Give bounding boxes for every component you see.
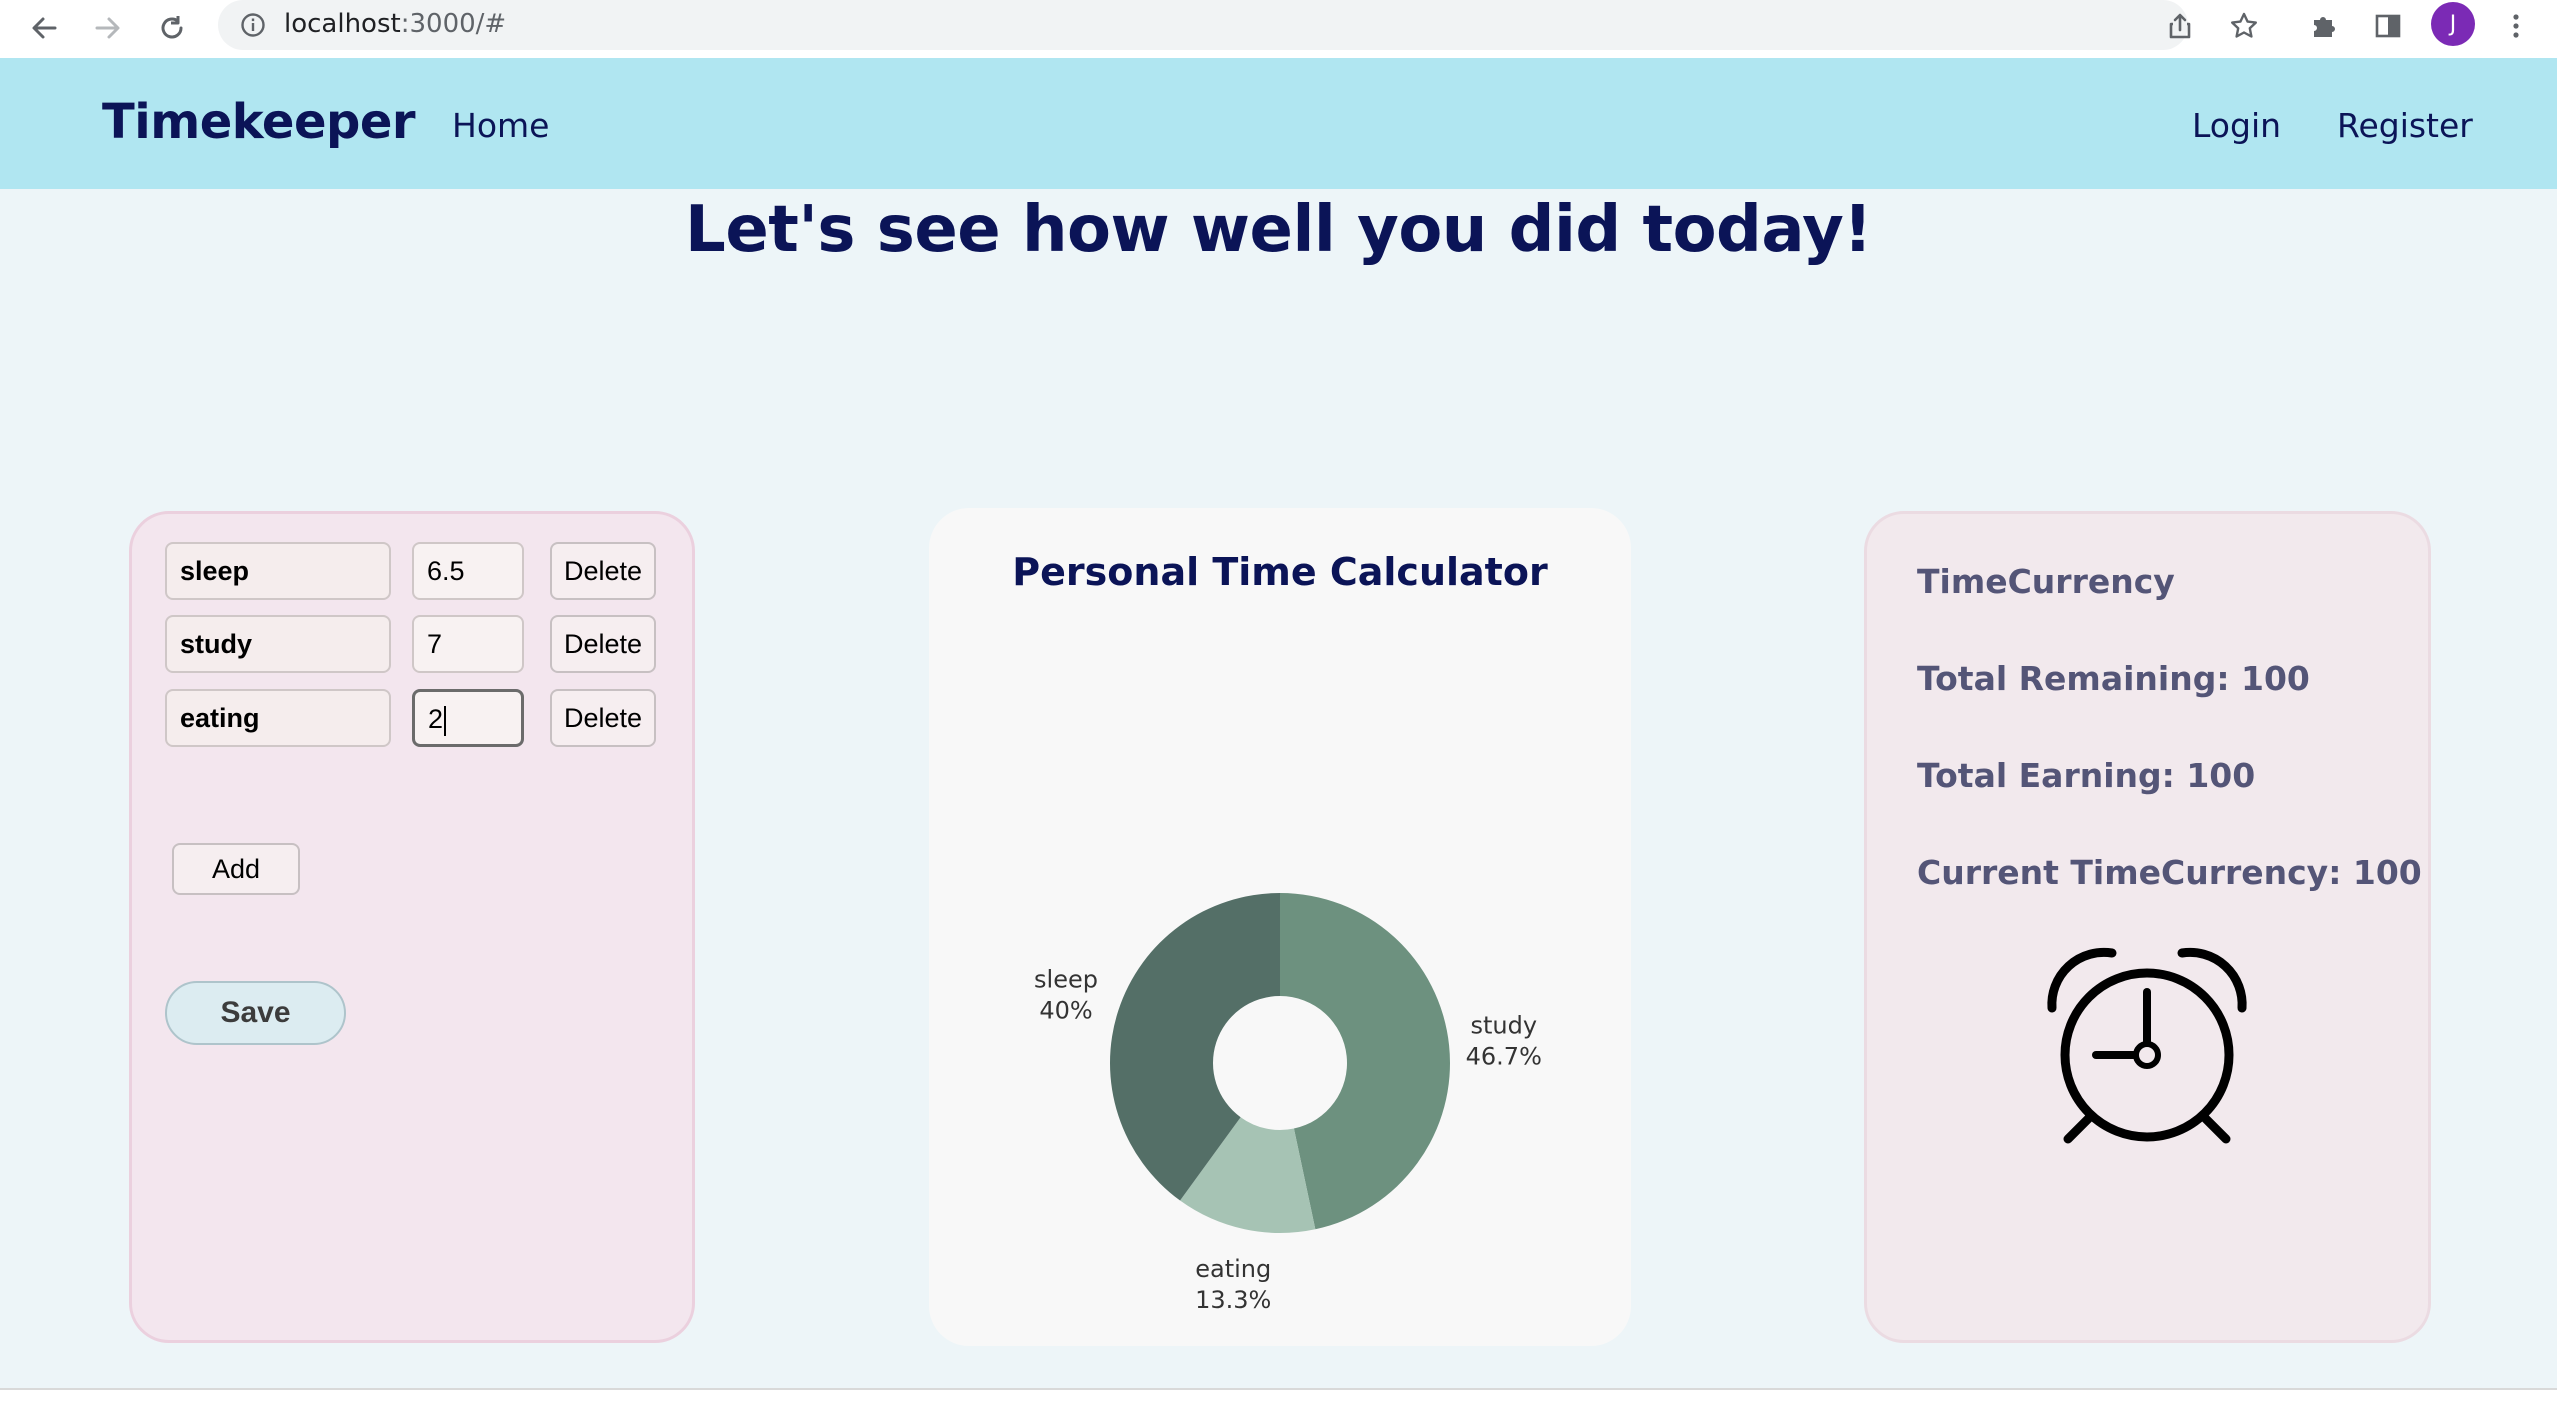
total-earning: Total Earning: 100 — [1917, 756, 2256, 795]
activity-name-input[interactable]: study — [165, 615, 391, 673]
kebab-menu-icon[interactable] — [2494, 4, 2538, 48]
activity-name-input[interactable]: sleep — [165, 542, 391, 600]
url-host: localhost — [284, 9, 401, 39]
activity-hours-input[interactable]: 7 — [412, 615, 524, 673]
pie-label-study: study — [1470, 1011, 1537, 1039]
activity-name-input[interactable]: eating — [165, 689, 391, 747]
profile-avatar[interactable]: J — [2431, 2, 2475, 46]
info-icon[interactable] — [240, 12, 266, 43]
activity-panel: sleep 6.5 Delete study 7 Delete eating 2… — [129, 511, 695, 1343]
save-button[interactable]: Save — [165, 981, 346, 1045]
timecurrency-title: TimeCurrency — [1917, 562, 2175, 601]
pie-percent-sleep: 40% — [1039, 996, 1092, 1024]
total-remaining: Total Remaining: 100 — [1917, 659, 2310, 698]
delete-button[interactable]: Delete — [550, 689, 656, 747]
address-bar[interactable]: localhost:3000/# — [218, 0, 2188, 50]
current-timecurrency: Current TimeCurrency: 100 — [1917, 853, 2422, 892]
share-icon[interactable] — [2158, 4, 2202, 48]
donut-chart: study 46.7% eating 13.3% sleep 40% — [1034, 893, 1542, 1314]
page-headline: Let's see how well you did today! — [685, 193, 1872, 267]
pie-label-sleep: sleep — [1034, 965, 1098, 993]
delete-button[interactable]: Delete — [550, 615, 656, 673]
activity-hours-value: 2 — [428, 704, 444, 734]
calculator-panel: Personal Time Calculator study 46.7% eatin… — [929, 508, 1631, 1346]
forward-arrow-icon[interactable] — [86, 6, 130, 50]
top-navbar: Timekeeper Home Login Register — [0, 58, 2557, 189]
back-arrow-icon[interactable] — [22, 6, 66, 50]
url-text: localhost:3000/# — [284, 9, 506, 39]
app-root: Timekeeper Home Login Register Let's see… — [0, 58, 2557, 1388]
add-activity-button[interactable]: Add — [172, 843, 300, 895]
brand-logo[interactable]: Timekeeper — [102, 94, 416, 150]
activity-hours-input[interactable]: 6.5 — [412, 542, 524, 600]
pie-percent-eating: 13.3% — [1195, 1286, 1271, 1314]
url-path: :3000/# — [400, 9, 507, 39]
pie-percent-study: 46.7% — [1466, 1042, 1542, 1070]
pie-slice-study[interactable] — [1280, 893, 1451, 1230]
nav-home-link[interactable]: Home — [452, 106, 549, 145]
delete-button[interactable]: Delete — [550, 542, 656, 600]
star-icon[interactable] — [2222, 4, 2266, 48]
reload-icon[interactable] — [150, 6, 194, 50]
nav-register-link[interactable]: Register — [2337, 106, 2473, 145]
browser-toolbar: localhost:3000/# J — [0, 0, 2557, 58]
page-bottom-edge — [0, 1388, 2557, 1403]
timecurrency-panel: TimeCurrency Total Remaining: 100 Total … — [1864, 511, 2431, 1343]
pie-label-eating: eating — [1195, 1255, 1271, 1283]
activity-hours-input-focused[interactable]: 2 — [412, 689, 524, 747]
nav-login-link[interactable]: Login — [2192, 106, 2281, 145]
sidebar-icon[interactable] — [2366, 4, 2410, 48]
alarm-clock-icon — [2047, 947, 2247, 1144]
puzzle-icon[interactable] — [2302, 4, 2346, 48]
text-caret — [444, 705, 447, 736]
